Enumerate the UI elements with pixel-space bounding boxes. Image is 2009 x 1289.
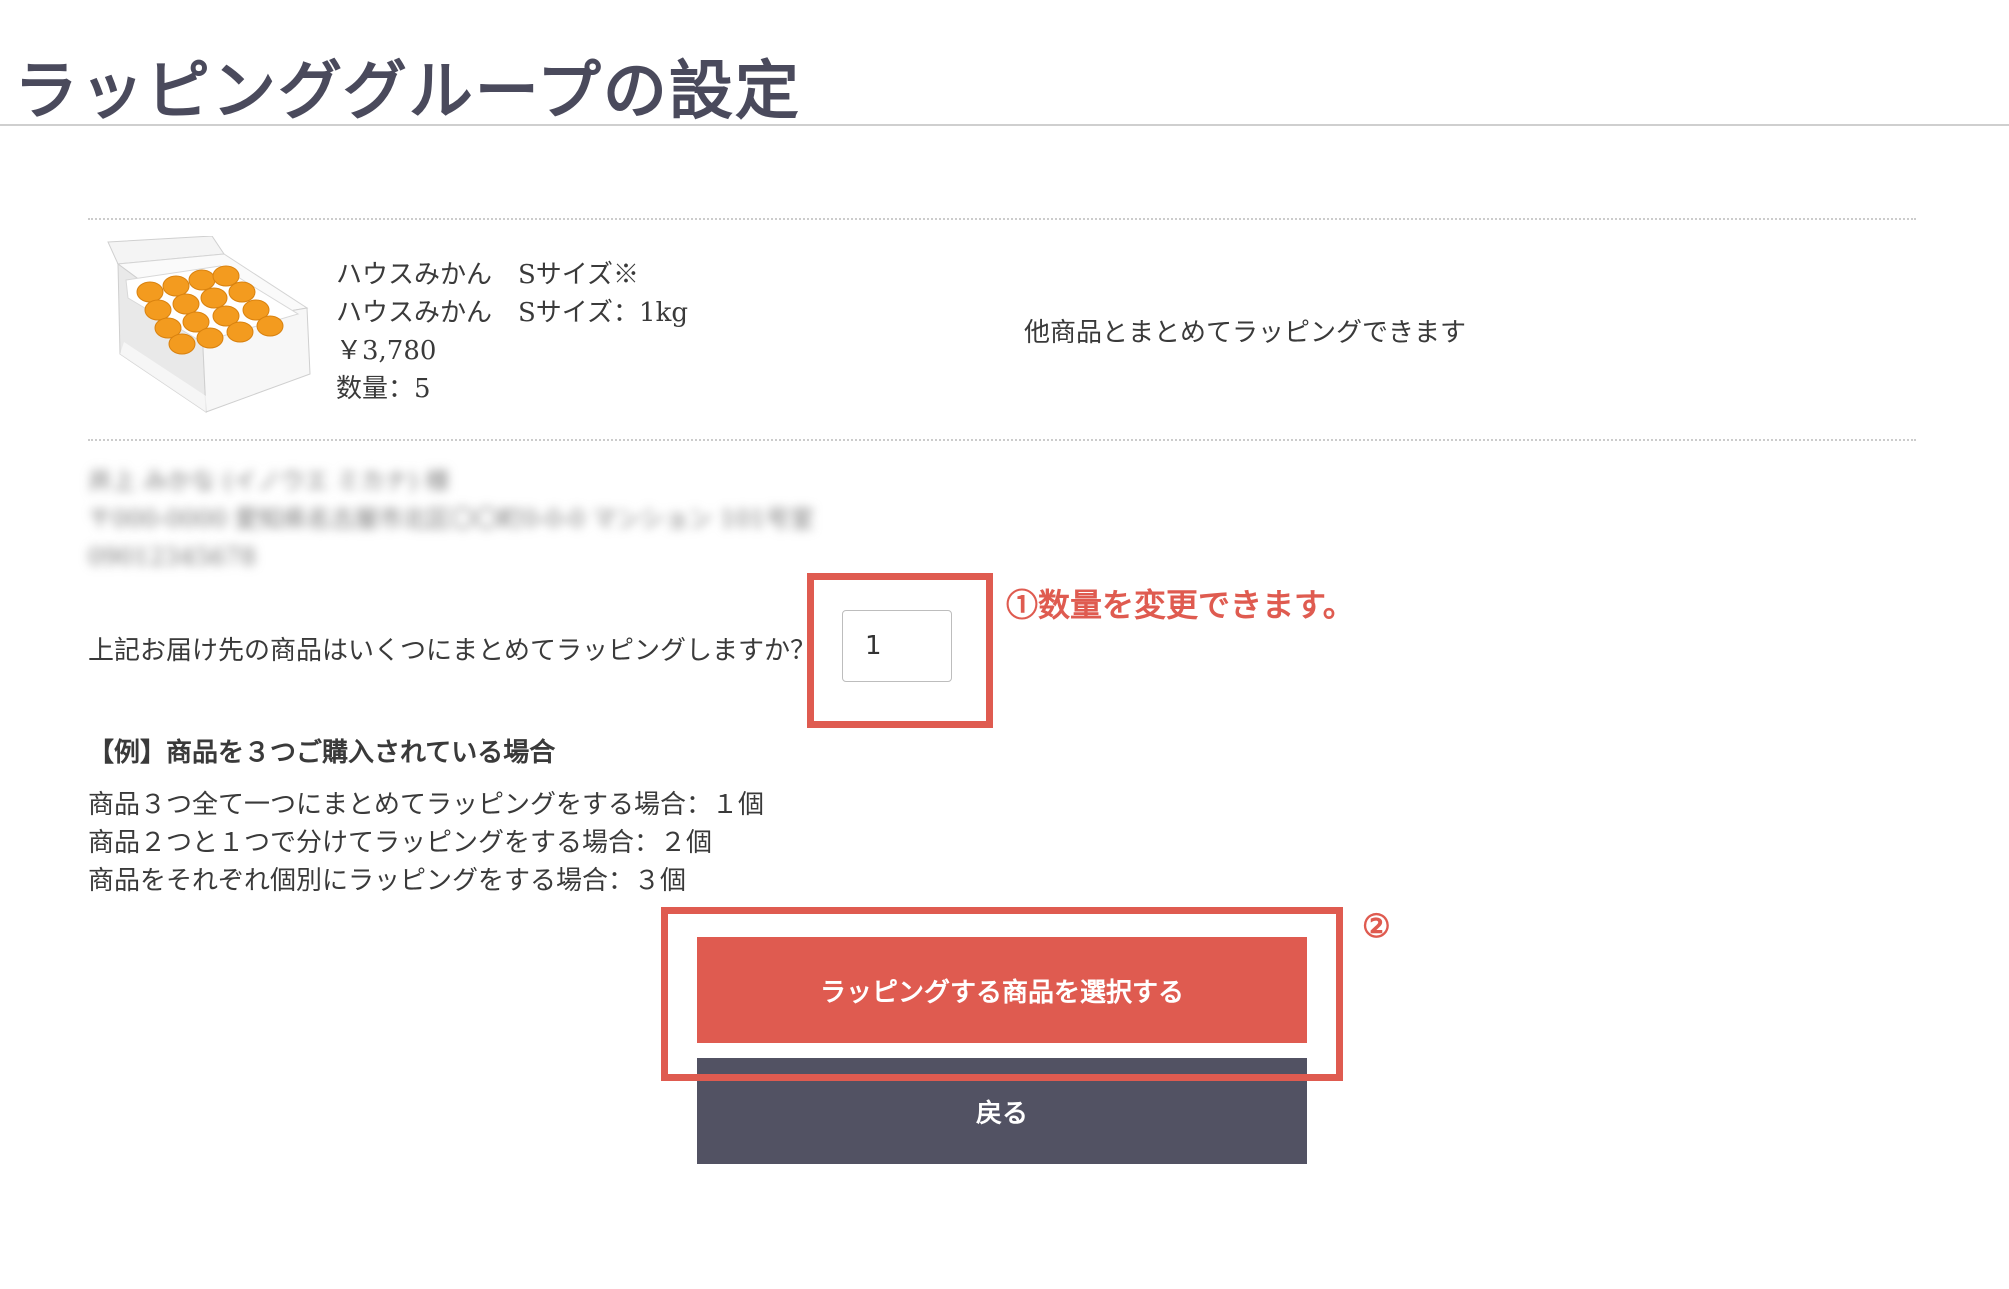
group-count-question: 上記お届け先の商品はいくつにまとめてラッピングしますか？ [88, 636, 817, 666]
product-price: ￥3,780 [336, 336, 437, 366]
address-street: 〒000-0000 愛知県名古屋市北区〇〇町0-0-0 マンション 101号室 [88, 505, 814, 533]
annotation-note-quantity: ①数量を変更できます。 [1006, 586, 1355, 624]
example-line: 商品２つと１つで分けてラッピングをする場合：２個 [88, 828, 713, 858]
product-info: ハウスみかん Sサイズ※ ハウスみかん Sサイズ：1kg ￥3,780 数量：5 [336, 256, 688, 408]
annotation-box-quantity [807, 573, 993, 728]
example-heading: 【例】商品を３つご購入されている場合 [88, 738, 556, 768]
annotation-note-select-button: ② [1362, 907, 1391, 945]
page-title: ラッピンググループの設定 [14, 54, 801, 129]
product-quantity: 数量：5 [336, 374, 431, 404]
wrap-availability-note: 他商品とまとめてラッピングできます [1024, 318, 1467, 348]
shipping-address: 井上 みかな (イノウエ ミカナ) 様 〒000-0000 愛知県名古屋市北区〇… [88, 462, 814, 576]
example-list: 商品３つ全て一つにまとめてラッピングをする場合：１個 商品２つと１つで分けてラッ… [88, 786, 764, 900]
product-image [102, 235, 314, 414]
example-line: 商品をそれぞれ個別にラッピングをする場合：３個 [88, 866, 687, 896]
title-divider [0, 124, 2009, 126]
address-phone: 09012345678 [88, 543, 256, 571]
annotation-box-select-button [661, 907, 1343, 1081]
product-name: ハウスみかん Sサイズ※ [336, 260, 640, 290]
product-variant: ハウスみかん Sサイズ：1kg [336, 298, 688, 328]
product-top-divider [88, 218, 1916, 220]
address-name: 井上 みかな (イノウエ ミカナ) 様 [88, 467, 450, 495]
example-line: 商品３つ全て一つにまとめてラッピングをする場合：１個 [88, 790, 765, 820]
product-bottom-divider [88, 439, 1916, 441]
